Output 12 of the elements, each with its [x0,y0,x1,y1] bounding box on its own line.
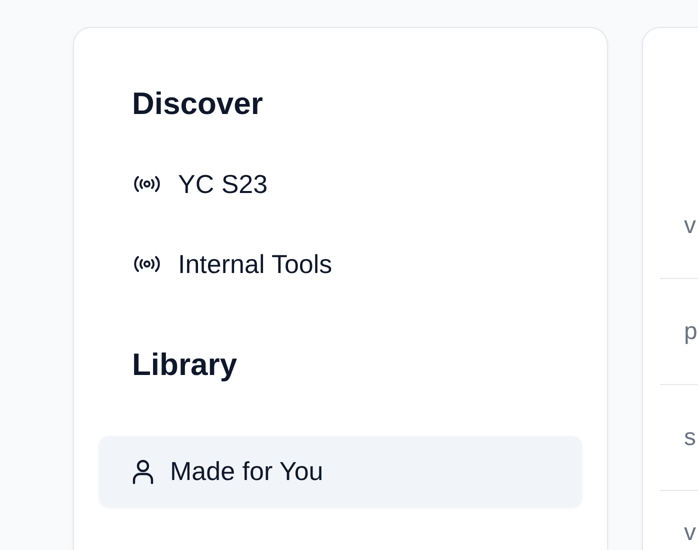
list-row-text: s [684,424,696,452]
sidebar-item[interactable]: Made for You [99,436,582,507]
broadcast-icon [132,174,162,194]
section-heading: Library [132,346,238,384]
sidebar-item[interactable]: YC S23 [99,148,582,220]
list-row-text: v [684,519,696,547]
section-heading: Discover [132,85,263,123]
list-row-text: v [684,212,696,240]
broadcast-icon [132,254,162,274]
sidebar-item[interactable]: Internal Tools [99,228,582,300]
user-icon [132,458,154,484]
list-row-text: p [684,318,698,346]
